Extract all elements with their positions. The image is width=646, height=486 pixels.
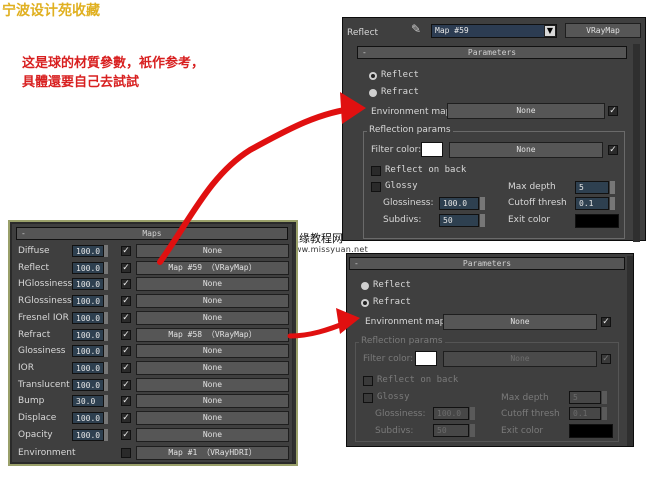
arrow-head-reflect-icon [340, 92, 366, 124]
arrow-to-reflect-panel [157, 105, 361, 265]
arrow-head-refract-icon [336, 308, 360, 334]
annotation-arrows [157, 92, 366, 339]
